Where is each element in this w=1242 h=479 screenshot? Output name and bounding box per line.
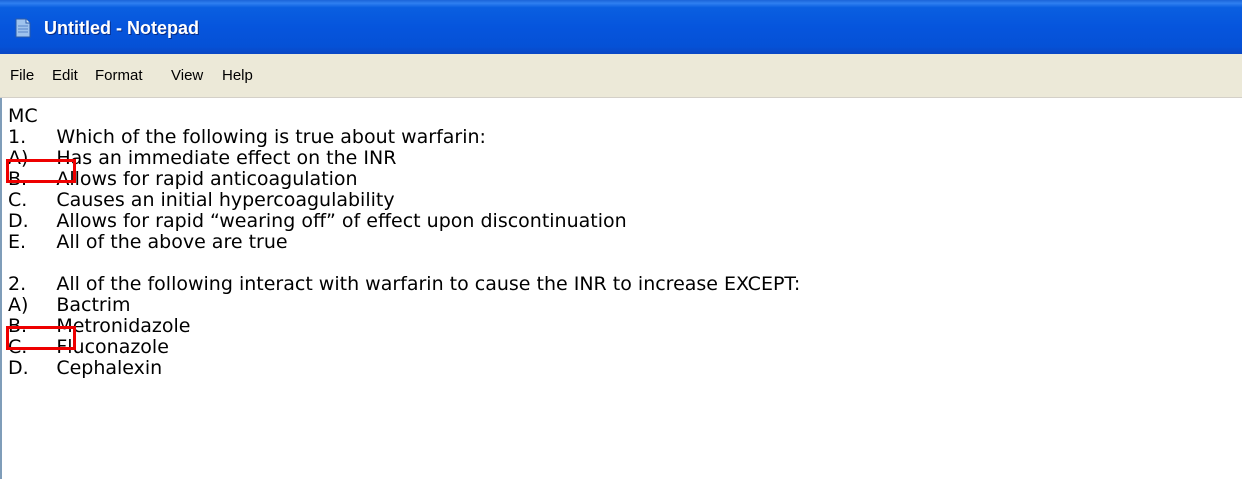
editor-line: C. Causes an initial hypercoagulability	[8, 189, 395, 211]
editor-line: MC	[8, 105, 38, 127]
editor-line: D. Allows for rapid “wearing off” of eff…	[8, 210, 627, 232]
text-editor-area[interactable]: MC 1. Which of the following is true abo…	[0, 98, 1242, 479]
menu-bar: File Edit Format View Help	[0, 54, 1242, 98]
editor-line: 2. All of the following interact with wa…	[8, 273, 801, 295]
title-bar[interactable]: Untitled - Notepad	[0, 0, 1242, 54]
editor-line: 1. Which of the following is true about …	[8, 126, 486, 148]
menu-file[interactable]: File	[10, 54, 34, 98]
menu-edit[interactable]: Edit	[52, 54, 78, 98]
editor-line: A) Bactrim	[8, 294, 131, 316]
editor-line: C. Fluconazole	[8, 336, 169, 358]
menu-help[interactable]: Help	[222, 54, 253, 98]
menu-format[interactable]: Format	[95, 54, 143, 98]
notepad-window: Untitled - Notepad File Edit Format View…	[0, 0, 1242, 479]
editor-line: B. Metronidazole	[8, 315, 191, 337]
notepad-icon	[15, 18, 31, 38]
editor-line: E. All of the above are true	[8, 231, 288, 253]
menu-view[interactable]: View	[171, 54, 203, 98]
editor-line: A) Has an immediate effect on the INR	[8, 147, 397, 169]
editor-line: D. Cephalexin	[8, 357, 163, 379]
editor-line: B. Allows for rapid anticoagulation	[8, 168, 358, 190]
window-title: Untitled - Notepad	[44, 18, 199, 38]
editor-text[interactable]: MC 1. Which of the following is true abo…	[8, 106, 800, 379]
